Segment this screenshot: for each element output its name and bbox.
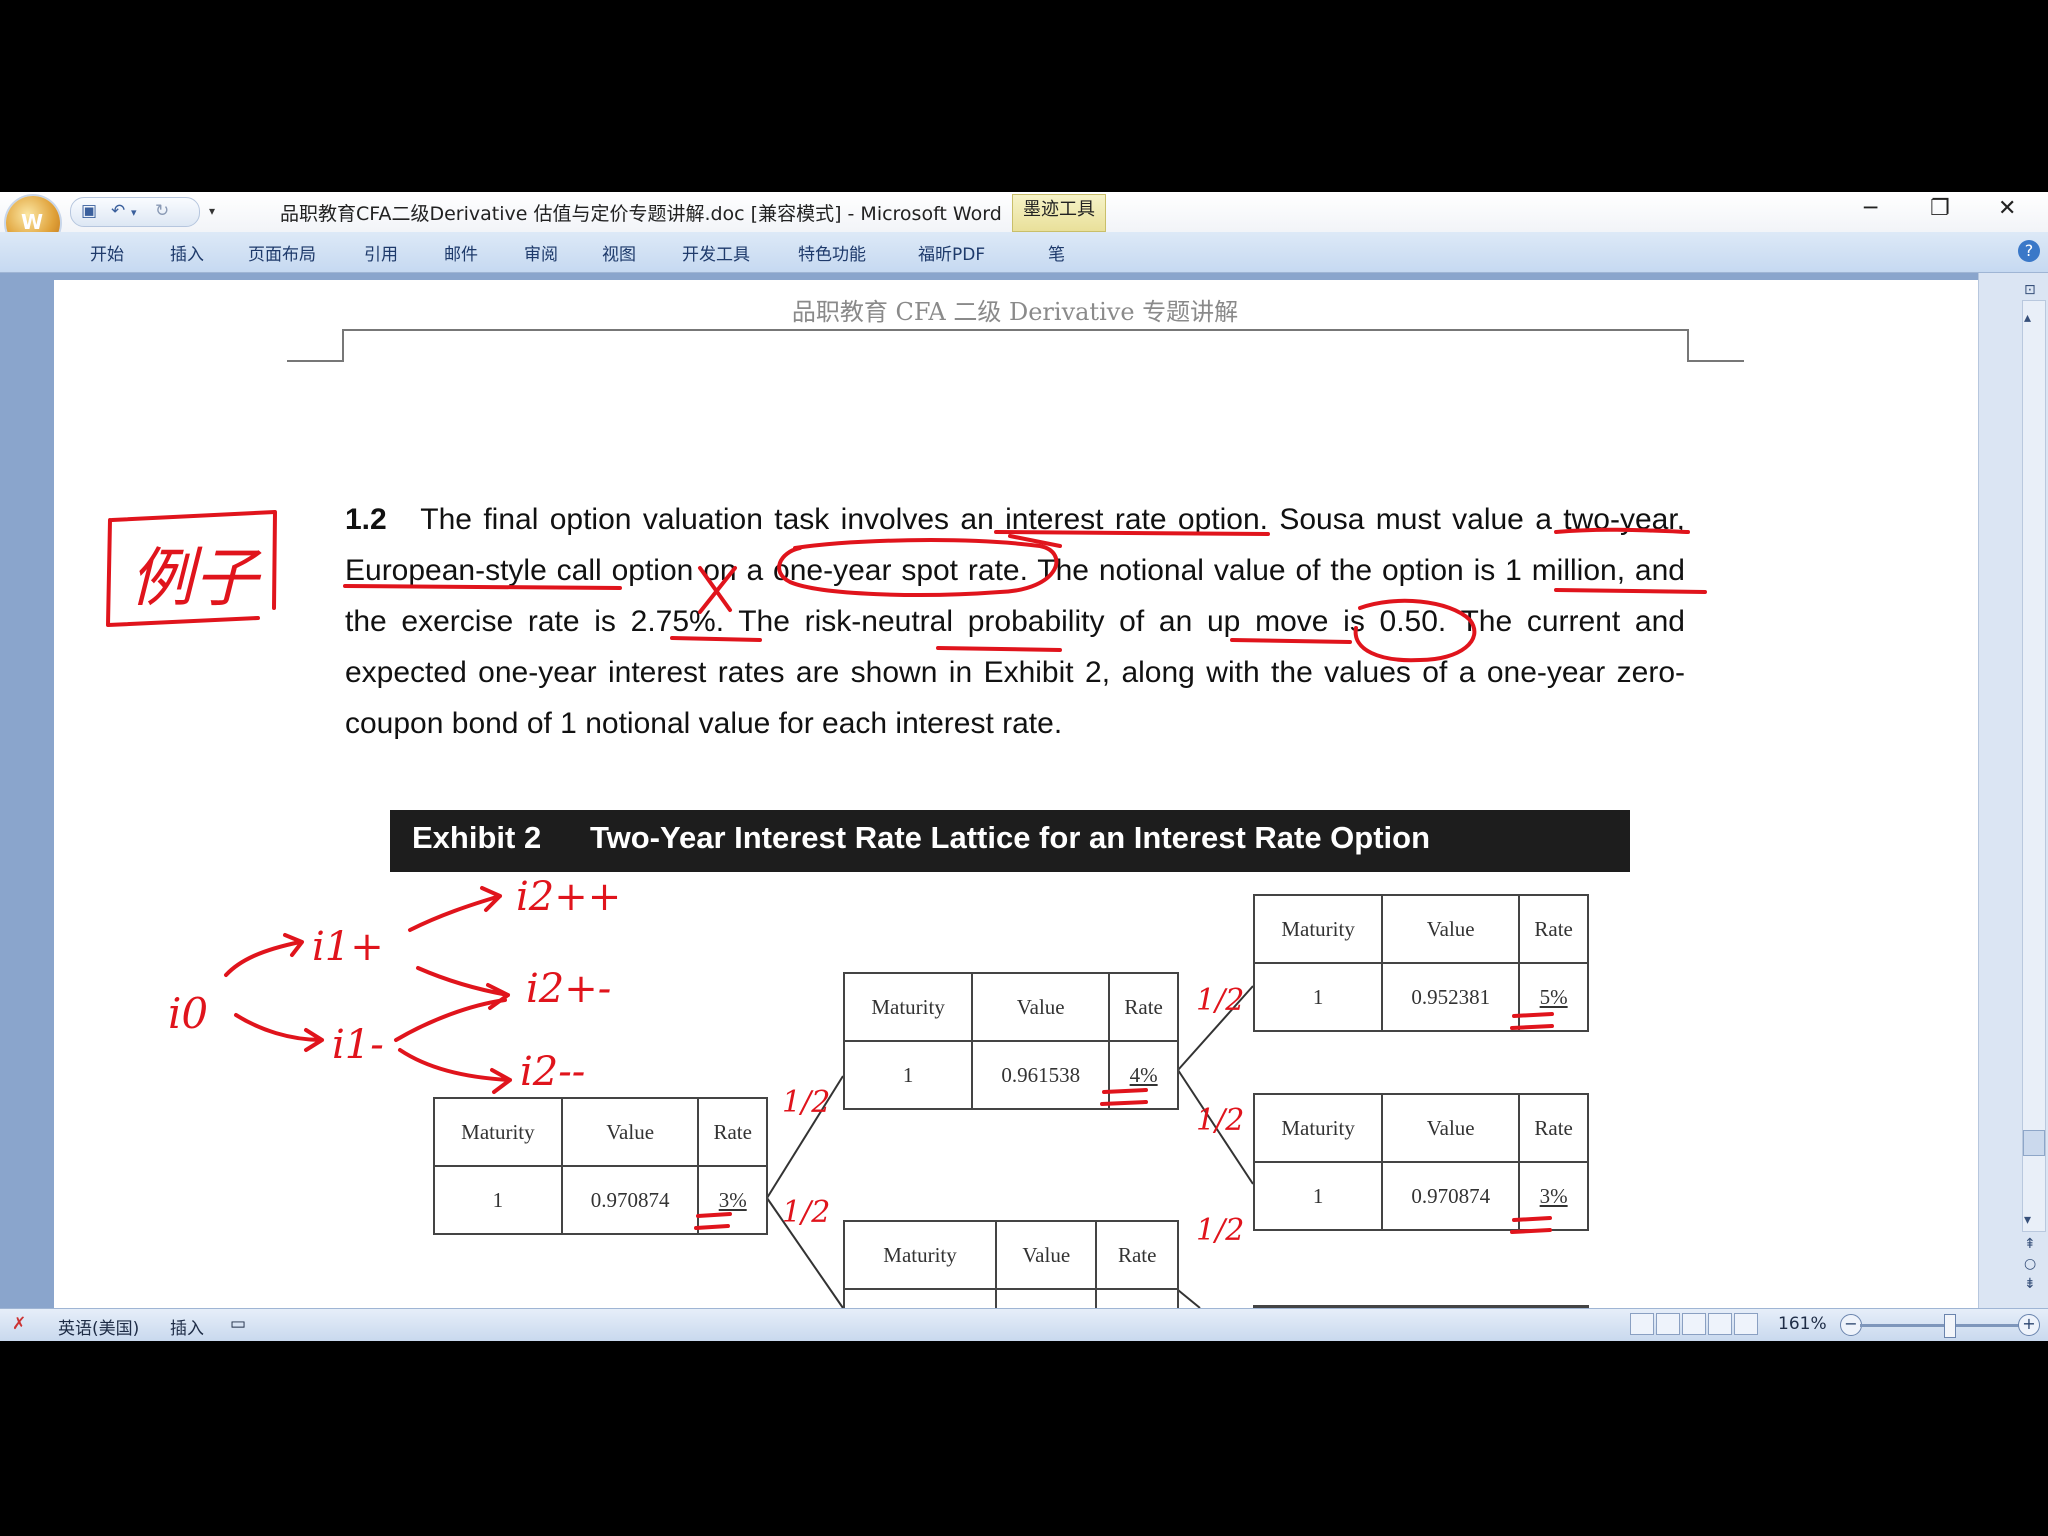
zoom-level[interactable]: 161% — [1778, 1314, 1827, 1334]
ink-equals-uu — [1510, 1012, 1554, 1030]
view-full-screen-icon[interactable] — [1656, 1313, 1680, 1335]
ink-tree-dd: i2-- — [520, 1049, 585, 1095]
ink-prob-ud: 1/2 — [1196, 1103, 1244, 1138]
view-draft-icon[interactable] — [1734, 1313, 1758, 1335]
ink-underline-probability — [936, 646, 1062, 652]
view-web-layout-icon[interactable] — [1682, 1313, 1706, 1335]
ink-arrow-dd — [398, 1048, 512, 1094]
ink-underline-1-million — [1554, 588, 1707, 594]
view-outline-icon[interactable] — [1708, 1313, 1732, 1335]
view-print-layout-icon[interactable] — [1630, 1313, 1654, 1335]
ink-tree-root: i0 — [168, 989, 208, 1038]
ink-underline-exercise-rate — [670, 636, 762, 642]
ink-tree-ud: i2+- — [526, 966, 611, 1012]
ink-tree-uu: i2++ — [516, 874, 621, 920]
ink-underline-two-year — [1554, 527, 1690, 534]
macro-record-icon[interactable]: ▭ — [230, 1314, 246, 1334]
ink-prob-up: 1/2 — [782, 1085, 830, 1120]
ink-prob-du: 1/2 — [1196, 1213, 1244, 1248]
zoom-out-icon[interactable]: − — [1840, 1314, 1862, 1336]
ink-underline-up-move — [1230, 638, 1352, 644]
ink-prob-down: 1/2 — [782, 1195, 830, 1230]
zoom-slider-handle[interactable] — [1944, 1314, 1956, 1338]
ink-equals-root — [694, 1212, 732, 1230]
ink-underline-interest-rate-option — [994, 530, 1270, 536]
status-insert-mode[interactable]: 插入 — [170, 1314, 204, 1339]
ink-equals-up — [1100, 1088, 1148, 1106]
ink-arrow-up — [224, 933, 304, 977]
ink-arrow-ud-2 — [394, 998, 507, 1042]
ink-cross — [698, 566, 737, 614]
ink-tree-down: i1- — [332, 1022, 384, 1068]
ink-annotations: 例子 i0 i1+ i1- i2++ i2+- i2-- 1/2 1/2 1/2… — [106, 510, 1707, 1248]
ink-tree-up: i1+ — [312, 924, 384, 970]
zoom-slider[interactable] — [1860, 1324, 2020, 1327]
status-language[interactable]: 英语(美国) — [58, 1314, 139, 1339]
ink-circle-0-50 — [1353, 598, 1477, 663]
ink-arrow-uu — [408, 886, 502, 932]
ink-circle-one-year-spot-rate — [777, 538, 1059, 597]
ink-arrow-down — [234, 1013, 324, 1052]
ink-label-example: 例子 — [130, 542, 262, 616]
ink-prob-uu: 1/2 — [1196, 983, 1244, 1018]
ink-equals-ud — [1510, 1216, 1552, 1234]
zoom-in-icon[interactable]: + — [2018, 1314, 2040, 1336]
spellcheck-icon[interactable]: ✗ — [12, 1314, 26, 1334]
ink-underline-call-option — [343, 584, 622, 590]
